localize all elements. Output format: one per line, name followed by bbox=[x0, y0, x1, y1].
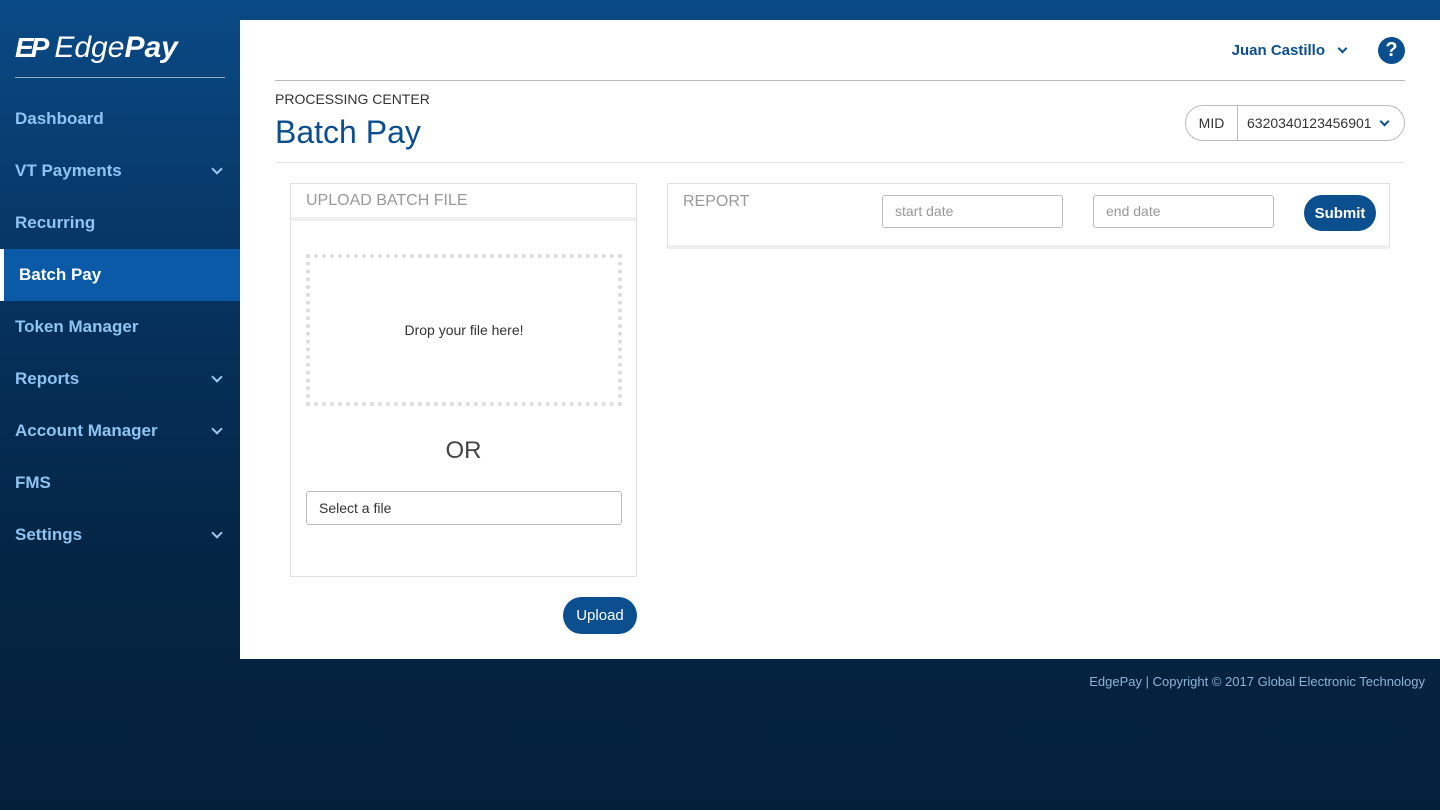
end-date-input[interactable]: end date bbox=[1093, 195, 1274, 228]
nav-item-label: Token Manager bbox=[15, 317, 139, 336]
nav-item-batch-pay[interactable]: Batch Pay bbox=[0, 249, 240, 301]
logo-text-bold: Pay bbox=[124, 31, 178, 64]
user-menu[interactable]: Juan Castillo bbox=[1232, 42, 1350, 59]
nav-item-settings[interactable]: Settings bbox=[0, 509, 240, 561]
upload-batch-panel: UPLOAD BATCH FILE Drop your file here! O… bbox=[290, 183, 637, 577]
header-divider bbox=[275, 162, 1405, 163]
footer-copyright: EdgePay | Copyright © 2017 Global Electr… bbox=[1089, 674, 1425, 689]
chevron-down-icon bbox=[211, 423, 223, 435]
mid-value: 6320340123456901 bbox=[1247, 115, 1372, 131]
or-separator: OR bbox=[445, 437, 482, 464]
chevron-down-icon bbox=[211, 163, 223, 175]
nav-item-label: VT Payments bbox=[15, 161, 122, 180]
dropzone-text: Drop your file here! bbox=[404, 322, 524, 338]
nav-item-dashboard[interactable]: Dashboard bbox=[0, 93, 240, 145]
main-content: Juan Castillo ? PROCESSING CENTER Batch … bbox=[240, 20, 1440, 659]
nav-item-label: Batch Pay bbox=[19, 265, 102, 284]
report-panel: REPORT start date end date Submit bbox=[667, 183, 1390, 249]
mid-label: MID bbox=[1186, 106, 1238, 140]
nav-item-token-manager[interactable]: Token Manager bbox=[0, 301, 240, 353]
nav-item-account-manager[interactable]: Account Manager bbox=[0, 405, 240, 457]
nav-item-label: Recurring bbox=[15, 213, 96, 232]
nav-item-label: Reports bbox=[15, 369, 80, 388]
chevron-down-icon bbox=[211, 527, 223, 539]
chevron-down-icon bbox=[1337, 43, 1348, 54]
logo-mark: EP bbox=[15, 32, 49, 63]
logo-text-light: Edge bbox=[54, 31, 125, 64]
breadcrumb: PROCESSING CENTER bbox=[275, 91, 430, 107]
chevron-down-icon bbox=[211, 371, 223, 383]
file-dropzone[interactable]: Drop your file here! bbox=[306, 254, 622, 406]
start-date-input[interactable]: start date bbox=[882, 195, 1063, 228]
mid-selector[interactable]: MID 6320340123456901 bbox=[1185, 105, 1405, 141]
nav-item-recurring[interactable]: Recurring bbox=[0, 197, 240, 249]
sidebar: EP EdgePay Dashboard VT Payments Recurri… bbox=[0, 0, 240, 660]
upload-panel-heading: UPLOAD BATCH FILE bbox=[291, 184, 636, 221]
edgepay-logo[interactable]: EP EdgePay bbox=[15, 30, 225, 78]
top-bar: Juan Castillo ? bbox=[275, 20, 1405, 81]
nav-item-vt-payments[interactable]: VT Payments bbox=[0, 145, 240, 197]
nav-item-fms[interactable]: FMS bbox=[0, 457, 240, 509]
nav-item-label: Account Manager bbox=[15, 421, 158, 440]
upload-button[interactable]: Upload bbox=[563, 597, 637, 634]
user-name: Juan Castillo bbox=[1231, 42, 1325, 59]
nav-item-label: FMS bbox=[15, 473, 51, 492]
help-icon[interactable]: ? bbox=[1378, 37, 1405, 64]
nav-item-reports[interactable]: Reports bbox=[0, 353, 240, 405]
submit-button[interactable]: Submit bbox=[1304, 195, 1376, 231]
nav-item-label: Dashboard bbox=[15, 109, 104, 128]
report-heading: REPORT bbox=[683, 193, 750, 210]
logo-text: EdgePay bbox=[54, 30, 177, 66]
nav-item-label: Settings bbox=[15, 525, 83, 544]
page-title: Batch Pay bbox=[275, 114, 421, 150]
chevron-down-icon bbox=[1379, 116, 1390, 126]
main-nav: Dashboard VT Payments Recurring Batch Pa… bbox=[0, 93, 240, 561]
file-select-input[interactable]: Select a file bbox=[306, 491, 622, 525]
